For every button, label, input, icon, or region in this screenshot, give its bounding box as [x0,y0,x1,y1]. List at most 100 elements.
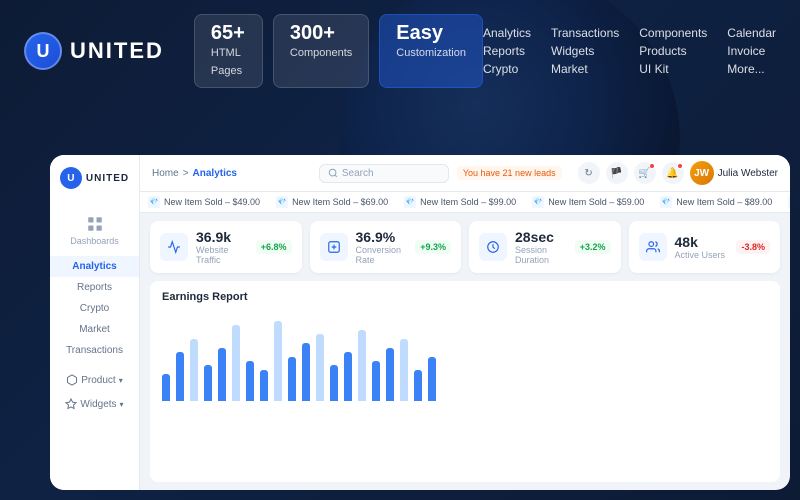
bar-chart [162,311,768,401]
nav-widgets[interactable]: Widgets [551,44,619,58]
ticker-icon-3: 💎 [532,196,544,208]
ticker-text-3: New Item Sold – $59.00 [548,197,644,207]
sidebar-item-analytics[interactable]: Analytics [50,256,139,277]
feature-pill-pages: 65+ HTML Pages [194,14,263,88]
stat-card-traffic: 36.9k Website Traffic +6.8% [150,221,302,273]
nav-uikit[interactable]: UI Kit [639,62,707,76]
ticker-text-2: New Item Sold – $99.00 [420,197,516,207]
grid-icon [86,215,104,233]
components-count: 300+ [290,23,352,43]
nav-more[interactable]: More... [727,62,776,76]
bar-7 [260,370,268,401]
sidebar-nav: Dashboards [50,207,139,254]
conversion-change: +9.3% [415,240,451,254]
features-list: 65+ HTML Pages 300+ Components Easy Cust… [194,14,483,88]
bell-badge [677,163,683,169]
bar-18 [414,370,422,401]
avatar-image: JW [690,161,714,185]
conversion-info: 36.9% Conversion Rate [356,229,408,265]
main-content: Home > Analytics Search You have 21 new … [140,155,790,490]
users-value: 48k [675,234,729,250]
sidebar-item-widgets[interactable]: Widgets ▾ [50,393,139,415]
ticker-item-1: 💎 New Item Sold – $69.00 [276,196,388,208]
nav-market[interactable]: Market [551,62,619,76]
top-bar: Home > Analytics Search You have 21 new … [140,155,790,192]
bar-13 [344,352,352,401]
sidebar-brand[interactable]: U UNITED [60,167,129,189]
conversion-label: Conversion Rate [356,245,408,265]
widget-icon [65,398,77,410]
bar-10 [302,343,310,401]
ticker-icon-1: 💎 [276,196,288,208]
chart-title: Earnings Report [162,291,768,303]
bar-17 [400,339,408,401]
bar-9 [288,357,296,401]
nav-products[interactable]: Products [639,44,707,58]
search-bar[interactable]: Search [319,164,449,183]
stat-card-conversion: 36.9% Conversion Rate +9.3% [310,221,462,273]
bar-3 [204,365,212,401]
traffic-label: Website Traffic [196,245,248,265]
sidebar-item-reports[interactable]: Reports [50,277,139,298]
top-bar-icons: ↻ 🏴 🛒 🔔 JW Julia Webster [578,161,778,185]
sidebar-text-nav: Analytics Reports Crypto Market Transact… [50,256,139,361]
session-change: +3.2% [575,240,611,254]
nav-calendar[interactable]: Calendar [727,26,776,40]
bell-icon-btn[interactable]: 🔔 [662,162,684,184]
ticker-icon-5: 💎 [788,196,790,208]
users-icon [639,233,667,261]
session-info: 28sec Session Duration [515,229,567,265]
refresh-icon-btn[interactable]: ↻ [578,162,600,184]
breadcrumb-separator: > [183,168,189,179]
nav-analytics[interactable]: Analytics [483,26,531,40]
stat-card-users: 48k Active Users -3.8% [629,221,781,273]
sidebar-item-product[interactable]: Product ▾ [50,369,139,391]
traffic-icon [160,233,188,261]
users-info: 48k Active Users [675,234,729,260]
ticker-text-1: New Item Sold – $69.00 [292,197,388,207]
bar-8 [274,321,282,401]
bar-14 [358,330,366,401]
ticker-icon-2: 💎 [404,196,416,208]
header: U UNITED 65+ HTML Pages 300+ Components … [0,0,800,102]
traffic-info: 36.9k Website Traffic [196,229,248,265]
flag-icon-btn[interactable]: 🏴 [606,162,628,184]
user-avatar[interactable]: JW Julia Webster [690,161,778,185]
brand-logo[interactable]: U UNITED [24,32,164,70]
bar-0 [162,374,170,401]
cart-badge [649,163,655,169]
ticker-icon-4: 💎 [660,196,672,208]
bar-11 [316,334,324,401]
bar-12 [330,365,338,401]
sidebar-section-product: Product ▾ Widgets ▾ [50,369,139,415]
bar-16 [386,348,394,401]
sidebar-logo-icon: U [60,167,82,189]
sidebar-item-transactions[interactable]: Transactions [50,340,139,361]
sidebar-dashboards-label: Dashboards [70,236,119,246]
product-label: Product [81,375,115,386]
breadcrumb: Home > Analytics [152,168,237,179]
bar-15 [372,361,380,401]
session-value: 28sec [515,229,567,245]
sidebar-item-market[interactable]: Market [50,319,139,340]
feature-pill-components: 300+ Components [273,14,369,88]
ticker-text-0: New Item Sold – $49.00 [164,197,260,207]
nav-reports[interactable]: Reports [483,44,531,58]
breadcrumb-home[interactable]: Home [152,168,179,179]
bar-4 [218,348,226,401]
ticker-item-5: 💎 New Item Sold – $… [788,196,790,208]
sidebar-item-dashboards[interactable]: Dashboards [50,207,139,254]
nav-crypto[interactable]: Crypto [483,62,531,76]
sidebar-item-crypto[interactable]: Crypto [50,298,139,319]
cart-icon-btn[interactable]: 🛒 [634,162,656,184]
pages-count: 65+ [211,23,246,43]
nav-transactions[interactable]: Transactions [551,26,619,40]
logo-text: UNITED [70,38,164,64]
feature-pill-customization: Easy Customization [379,14,483,88]
nav-components[interactable]: Components [639,26,707,40]
nav-invoice[interactable]: Invoice [727,44,776,58]
session-icon [479,233,507,261]
bar-6 [246,361,254,401]
users-change: -3.8% [736,240,770,254]
user-name: Julia Webster [718,168,778,179]
